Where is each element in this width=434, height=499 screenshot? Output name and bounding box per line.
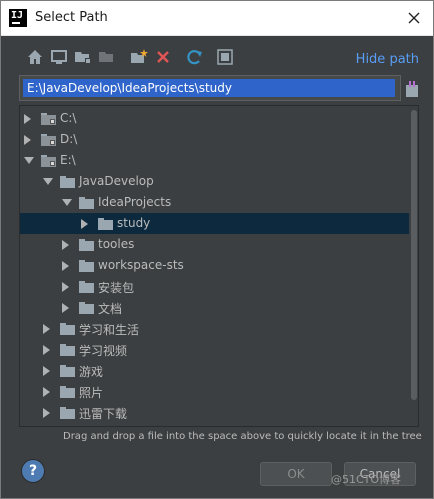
tree-row[interactable]: 文档 <box>20 297 409 318</box>
desktop-icon[interactable] <box>49 47 69 67</box>
expand-arrow-right-icon[interactable] <box>62 261 69 271</box>
folder-icon <box>60 323 75 335</box>
close-icon[interactable] <box>403 7 425 29</box>
tree-row-label: IdeaProjects <box>98 195 172 209</box>
expand-arrow-right-icon[interactable] <box>43 366 50 376</box>
expand-arrow-right-icon[interactable] <box>43 387 50 397</box>
select-path-dialog: IJ Select Path Hide path E:\JavaDevelop\… <box>0 0 434 499</box>
tree-row-label: E:\ <box>60 153 76 167</box>
new-folder-icon[interactable] <box>129 47 149 67</box>
folder-icon <box>98 218 113 230</box>
module-folder-icon[interactable] <box>97 47 117 67</box>
folder-icon <box>79 197 94 209</box>
delete-icon[interactable] <box>153 47 173 67</box>
title-bar: IJ Select Path <box>1 1 433 36</box>
tree-row[interactable]: study <box>20 213 409 234</box>
folder-icon <box>60 176 75 188</box>
folder-icon <box>79 260 94 272</box>
folder-icon <box>60 386 75 398</box>
file-tree[interactable]: C:\ D:\ E:\ JavaDevelop IdeaProjects study too… <box>19 105 419 427</box>
expand-arrow-right-icon[interactable] <box>62 282 69 292</box>
tree-row[interactable]: JavaDevelop <box>20 171 409 192</box>
tree-row[interactable]: D:\ <box>20 129 409 150</box>
folder-icon <box>60 365 75 377</box>
tree-row-label: 文档 <box>98 302 123 316</box>
tree-row[interactable]: C:\ <box>20 108 409 129</box>
tree-row-label: 学习视频 <box>79 344 128 358</box>
watermark: @51CTO博客 <box>331 473 402 486</box>
folder-icon <box>60 407 75 419</box>
tree-row-label: workspace-sts <box>98 258 184 272</box>
folder-icon <box>79 239 94 251</box>
folder-icon <box>79 281 94 293</box>
expand-arrow-right-icon[interactable] <box>43 324 50 334</box>
path-input[interactable] <box>23 79 395 97</box>
scrollbar-thumb[interactable] <box>411 110 417 400</box>
tree-row-label: C:\ <box>60 111 77 125</box>
path-history-icon[interactable] <box>405 80 419 98</box>
drive-icon <box>41 155 56 167</box>
tree-row[interactable]: IdeaProjects <box>20 192 409 213</box>
help-button[interactable]: ? <box>21 459 45 483</box>
tree-row-label: JavaDevelop <box>79 174 154 188</box>
tree-row[interactable]: 照片 <box>20 381 409 402</box>
folder-icon <box>60 344 75 356</box>
tree-row-label: 照片 <box>79 386 104 400</box>
tree-row[interactable]: E:\ <box>20 150 409 171</box>
show-hidden-icon[interactable] <box>215 47 235 67</box>
tree-row[interactable]: 学习和生活 <box>20 318 409 339</box>
refresh-icon[interactable] <box>185 47 205 67</box>
app-icon-text: IJ <box>11 10 24 21</box>
tree-row-label: 学习和生活 <box>79 323 140 337</box>
drag-drop-hint: Drag and drop a file into the space abov… <box>63 431 422 442</box>
folder-icon <box>79 302 94 314</box>
intellij-icon: IJ <box>9 9 27 27</box>
expand-arrow-right-icon[interactable] <box>81 219 88 229</box>
expand-arrow-right-icon[interactable] <box>43 345 50 355</box>
expand-arrow-right-icon[interactable] <box>62 303 69 313</box>
tree-row[interactable]: 迅雷下载 <box>20 402 409 423</box>
expand-arrow-down-icon[interactable] <box>62 199 72 206</box>
tree-scrollbar[interactable] <box>410 106 418 426</box>
expand-arrow-right-icon[interactable] <box>62 240 69 250</box>
expand-arrow-down-icon[interactable] <box>24 157 34 164</box>
tree-row[interactable]: 学习视频 <box>20 339 409 360</box>
tree-row[interactable]: 游戏 <box>20 360 409 381</box>
tree-row-label: 游戏 <box>79 365 104 379</box>
tree-row-label: 安装包 <box>98 281 135 295</box>
tree-row[interactable]: workspace-sts <box>20 255 409 276</box>
tree-row-label: study <box>117 216 151 230</box>
window-title: Select Path <box>35 10 108 25</box>
tree-row-label: 迅雷下载 <box>79 407 128 421</box>
drive-icon <box>41 134 56 146</box>
ok-button[interactable]: OK <box>260 462 332 486</box>
project-folder-icon[interactable] <box>73 47 93 67</box>
tree-row[interactable]: tooles <box>20 234 409 255</box>
tree-row[interactable]: 安装包 <box>20 276 409 297</box>
hide-path-link[interactable]: Hide path <box>356 52 419 67</box>
drive-icon <box>41 113 56 125</box>
expand-arrow-down-icon[interactable] <box>43 178 53 185</box>
expand-arrow-right-icon[interactable] <box>24 114 31 124</box>
path-field-container <box>19 75 401 101</box>
tree-row-label: D:\ <box>60 132 78 146</box>
home-icon[interactable] <box>25 47 45 67</box>
expand-arrow-right-icon[interactable] <box>24 135 31 145</box>
expand-arrow-right-icon[interactable] <box>43 408 50 418</box>
tree-row-label: tooles <box>98 237 135 251</box>
